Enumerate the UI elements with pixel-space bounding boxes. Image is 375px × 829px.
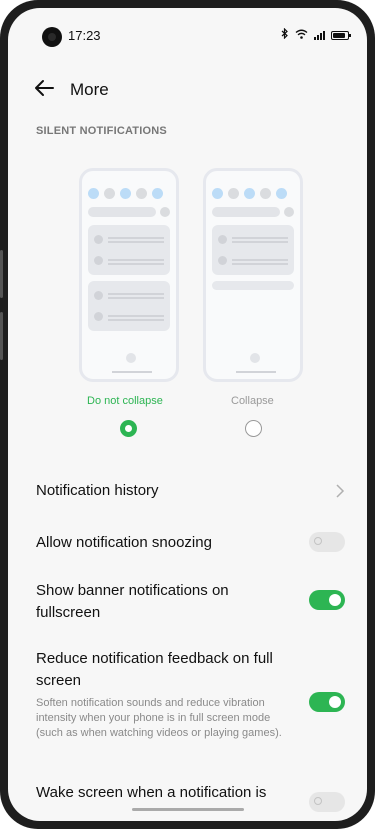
allow-snoozing-toggle[interactable] [309,532,345,552]
back-arrow-icon[interactable] [32,76,56,100]
bluetooth-icon [281,27,289,42]
collapse-radio[interactable] [245,420,262,437]
gesture-bar[interactable] [132,808,244,811]
header: More [8,70,367,110]
screen: 17:23 More SILENT NOTIFICATIONS Do not c… [8,8,367,821]
front-camera [42,27,62,47]
do-not-collapse-label: Do not collapse [87,395,163,407]
wifi-icon [295,29,308,42]
collapse-label: Collapse [231,395,274,407]
volume-button [0,250,3,298]
phone-frame: 17:23 More SILENT NOTIFICATIONS Do not c… [0,0,375,829]
status-icons [281,27,351,42]
battery-icon [331,30,351,40]
do-not-collapse-preview[interactable] [79,168,179,382]
page-title: More [70,80,109,99]
chevron-right-icon [336,484,345,498]
reduce-feedback-description: Soften notification sounds and reduce vi… [36,697,282,739]
status-bar: 17:23 [8,8,367,48]
power-button [0,312,3,360]
banner-fullscreen-label: Show banner notifications on fullscreen [36,582,229,621]
notification-history-label: Notification history [36,482,159,499]
reduce-feedback-label: Reduce notification feedback on full scr… [36,650,273,689]
status-time: 17:23 [68,28,101,43]
signal-icon [314,30,325,40]
wake-screen-toggle[interactable] [309,792,345,812]
wake-screen-label: Wake screen when a notification is [36,784,267,801]
collapse-preview[interactable] [203,168,303,382]
section-title: SILENT NOTIFICATIONS [36,125,167,137]
reduce-feedback-toggle[interactable] [309,692,345,712]
do-not-collapse-radio[interactable] [120,420,137,437]
allow-snoozing-label: Allow notification snoozing [36,534,212,551]
banner-fullscreen-toggle[interactable] [309,590,345,610]
